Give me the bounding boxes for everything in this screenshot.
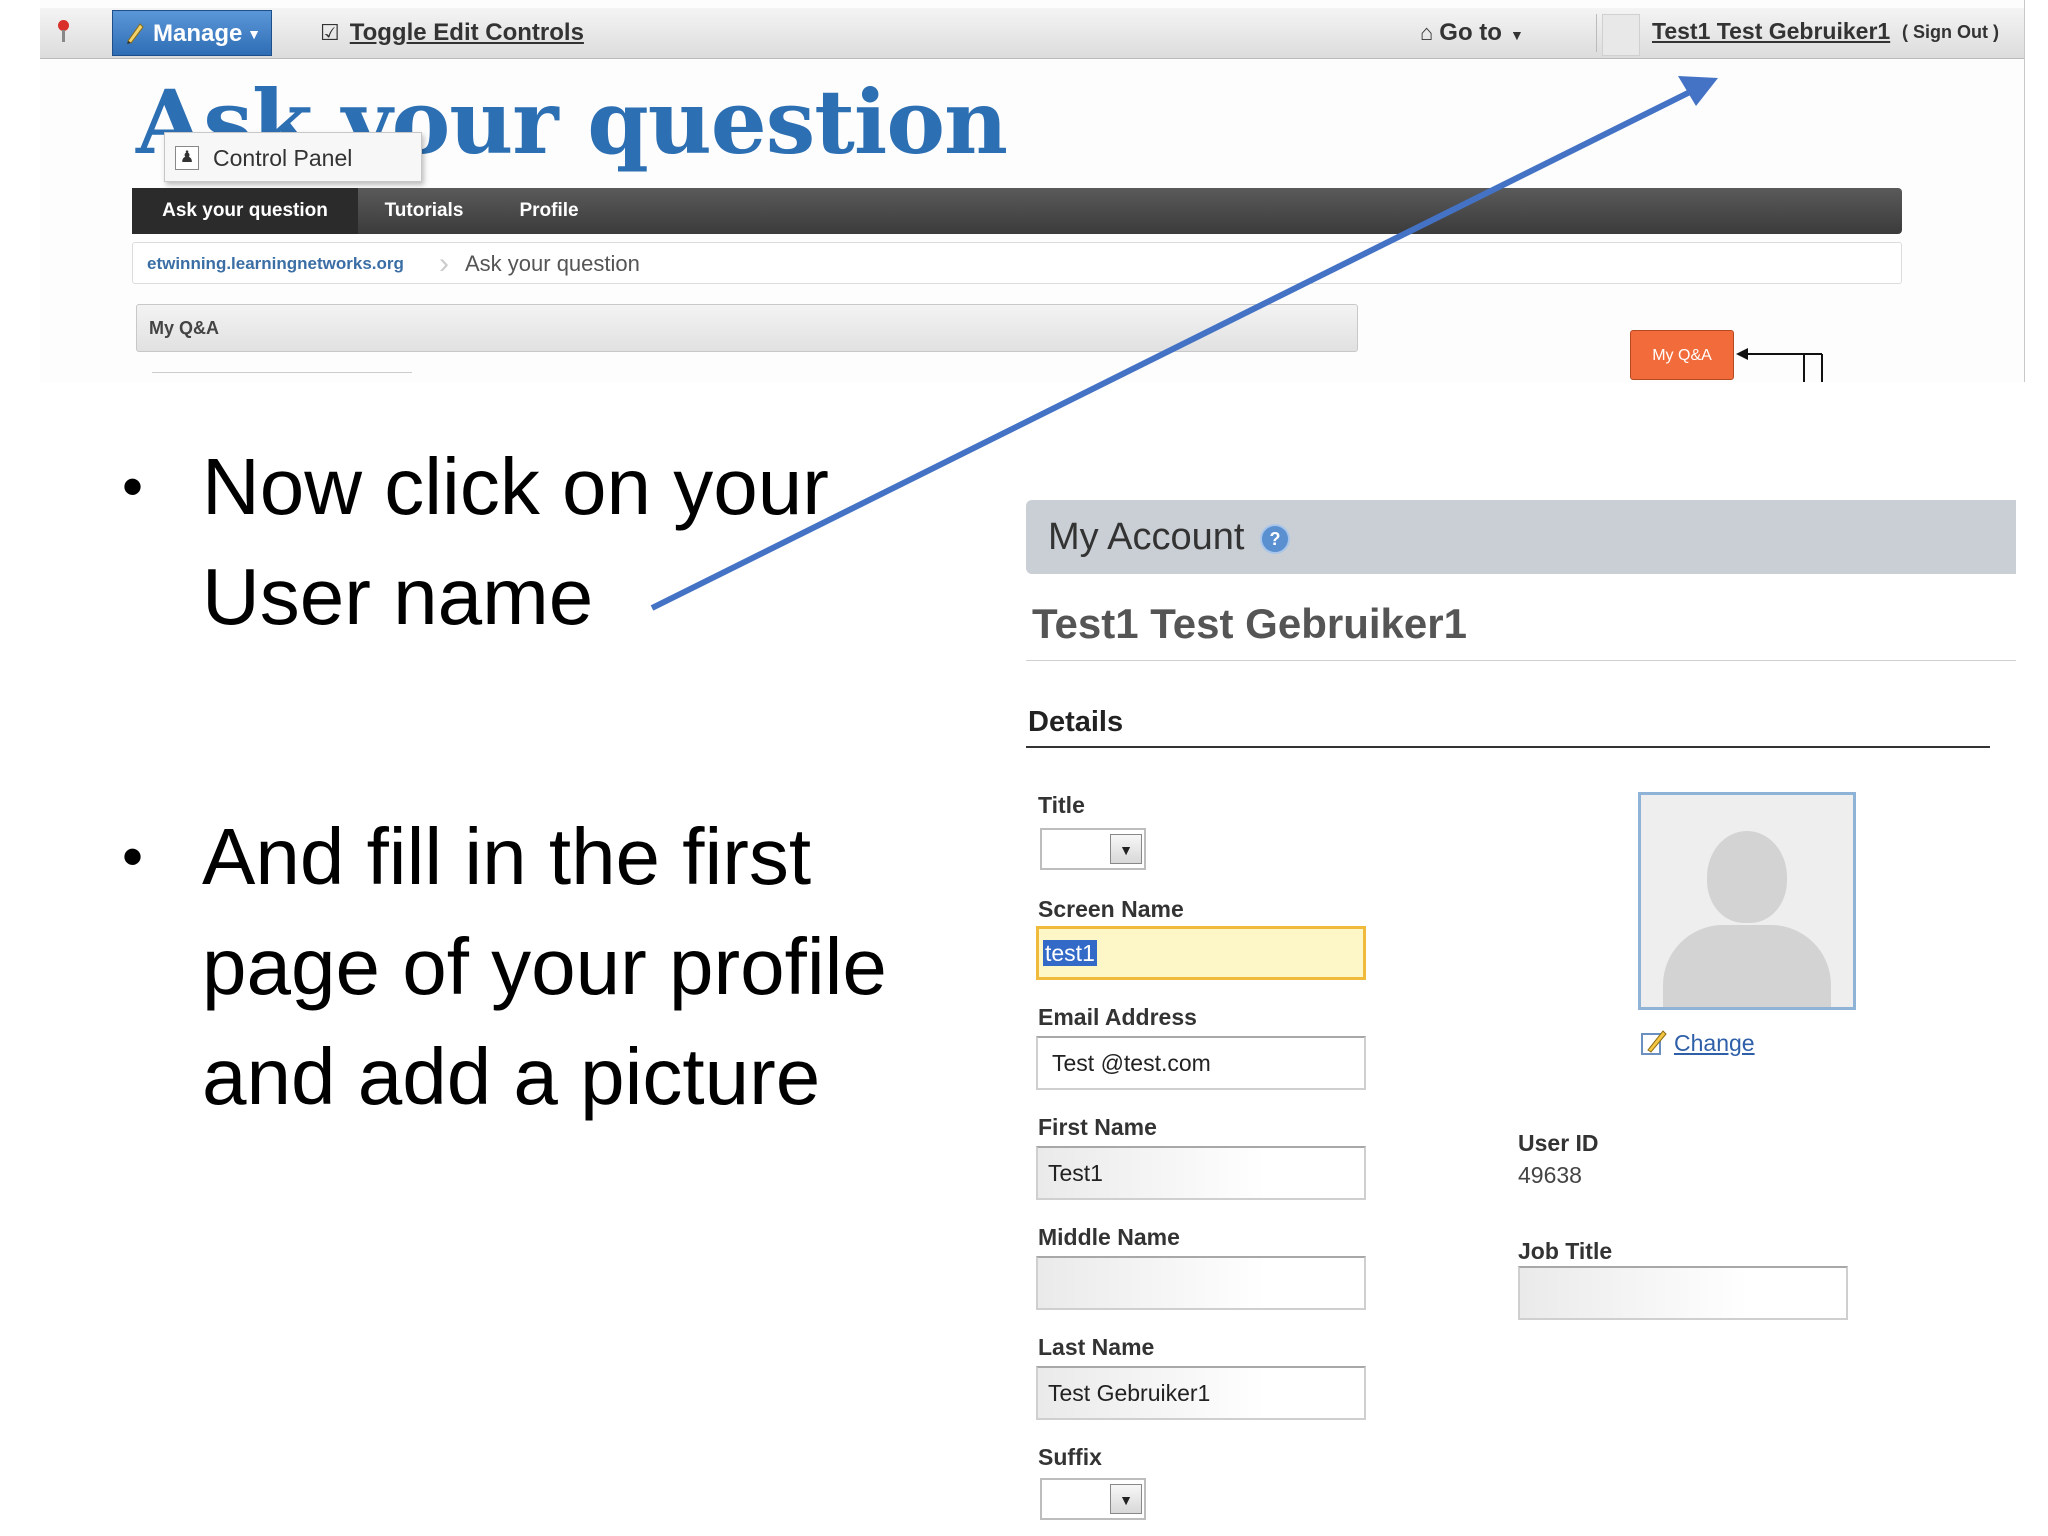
profile-photo[interactable] bbox=[1638, 792, 1856, 1010]
suffix-select[interactable]: ▼ bbox=[1040, 1478, 1146, 1520]
breadcrumb: etwinning.learningnetworks.org › Ask you… bbox=[132, 242, 1902, 284]
user-icon: ♟ bbox=[175, 146, 199, 170]
details-heading: Details bbox=[1028, 706, 1124, 738]
toggle-edit-controls[interactable]: ☑ Toggle Edit Controls bbox=[320, 8, 584, 58]
my-account-title: My Account bbox=[1048, 516, 1245, 558]
last-name-label: Last Name bbox=[1038, 1334, 1155, 1360]
tab-profile[interactable]: Profile bbox=[490, 188, 608, 234]
my-qa-button[interactable]: My Q&A bbox=[1630, 330, 1734, 380]
title-select[interactable]: ▼ bbox=[1040, 828, 1146, 870]
my-qa-panel-title: My Q&A bbox=[149, 318, 220, 338]
control-panel-menu-item[interactable]: ♟ Control Panel bbox=[164, 132, 422, 182]
dockbar: Manage ▼ ☑ Toggle Edit Controls ⌂ Go to ▼ T… bbox=[40, 8, 2024, 59]
home-icon: ⌂ bbox=[1420, 20, 1434, 45]
chevron-down-icon: ▼ bbox=[247, 26, 261, 42]
instruction-list: • Now click on your User name • And fill… bbox=[122, 432, 982, 1132]
toggle-edit-label: Toggle Edit Controls bbox=[349, 19, 584, 46]
divider bbox=[1026, 660, 2016, 661]
bullet-dot: • bbox=[122, 823, 144, 890]
breadcrumb-separator: › bbox=[439, 247, 449, 280]
screen-name-input[interactable]: test1 bbox=[1036, 926, 1366, 980]
job-title-label: Job Title bbox=[1518, 1238, 1613, 1264]
user-id-value: 49638 bbox=[1518, 1162, 1582, 1188]
bullet-dot: • bbox=[122, 453, 144, 520]
manage-label: Manage bbox=[153, 20, 243, 47]
breadcrumb-current: Ask your question bbox=[465, 251, 640, 276]
bullet-item: • Now click on your User name bbox=[122, 432, 982, 652]
chevron-down-icon[interactable]: ▼ bbox=[1110, 1484, 1142, 1514]
site-navigation: Ask your question Tutorials Profile bbox=[132, 188, 1902, 234]
first-name-field[interactable]: Test1 bbox=[1036, 1146, 1366, 1200]
breadcrumb-site-link[interactable]: etwinning.learningnetworks.org bbox=[147, 243, 404, 285]
change-photo-link[interactable]: Change bbox=[1674, 1030, 1755, 1057]
divider bbox=[1026, 746, 1990, 748]
suffix-label: Suffix bbox=[1038, 1444, 1102, 1470]
my-account-screenshot: My Account ? Test1 Test Gebruiker1 Detai… bbox=[1026, 500, 2016, 1536]
portal-screenshot: Manage ▼ ☑ Toggle Edit Controls ⌂ Go to ▼ T… bbox=[40, 0, 2025, 382]
avatar bbox=[1602, 14, 1640, 56]
screen-name-label: Screen Name bbox=[1038, 896, 1184, 922]
help-icon[interactable]: ? bbox=[1260, 524, 1290, 554]
first-name-label: First Name bbox=[1038, 1114, 1157, 1140]
checkbox-icon[interactable]: ☑ bbox=[320, 8, 340, 58]
goto-label: Go to bbox=[1439, 19, 1502, 46]
bullet-text: And fill in the first page of your profi… bbox=[202, 812, 887, 1121]
goto-menu[interactable]: ⌂ Go to ▼ bbox=[1420, 8, 1524, 58]
email-label: Email Address bbox=[1038, 1004, 1197, 1030]
manage-button[interactable]: Manage ▼ bbox=[112, 10, 272, 56]
last-name-field[interactable]: Test Gebruiker1 bbox=[1036, 1366, 1366, 1420]
user-name-link[interactable]: Test1 Test Gebruiker1 bbox=[1652, 8, 1890, 58]
user-id-label: User ID bbox=[1518, 1130, 1599, 1156]
diagram-arrow-icon bbox=[1736, 348, 1823, 382]
edit-icon[interactable] bbox=[1640, 1028, 1668, 1056]
tab-tutorials[interactable]: Tutorials bbox=[358, 188, 490, 234]
middle-name-field[interactable] bbox=[1036, 1256, 1366, 1310]
email-field[interactable]: Test @test.com bbox=[1036, 1036, 1366, 1090]
tab-ask-your-question[interactable]: Ask your question bbox=[132, 188, 358, 234]
middle-name-label: Middle Name bbox=[1038, 1224, 1180, 1250]
control-panel-label: Control Panel bbox=[213, 145, 353, 171]
my-account-header: My Account ? bbox=[1026, 500, 2016, 574]
pencil-icon bbox=[127, 23, 144, 44]
qa-tabs bbox=[152, 372, 412, 382]
screen-name-value: test1 bbox=[1043, 940, 1097, 966]
my-qa-panel: My Q&A bbox=[136, 304, 1358, 352]
chevron-down-icon: ▼ bbox=[1509, 27, 1524, 43]
user-full-name: Test1 Test Gebruiker1 bbox=[1032, 600, 1467, 647]
divider bbox=[1596, 14, 1597, 52]
title-label: Title bbox=[1038, 792, 1085, 818]
bullet-item: • And fill in the first page of your pro… bbox=[122, 802, 982, 1132]
sign-out-link[interactable]: ( Sign Out ) bbox=[1902, 8, 1999, 58]
job-title-field[interactable] bbox=[1518, 1266, 1848, 1320]
chevron-down-icon[interactable]: ▼ bbox=[1110, 834, 1142, 864]
pushpin-icon[interactable] bbox=[56, 20, 70, 42]
bullet-text: Now click on your User name bbox=[202, 442, 829, 641]
